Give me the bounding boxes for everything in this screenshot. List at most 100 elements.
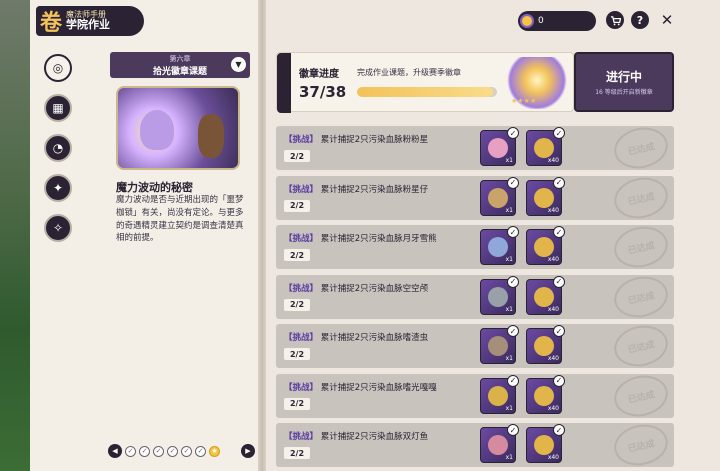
reward-item-coin[interactable]: ✓ x40 [526,424,565,463]
task-row[interactable]: 【挑战】 累计捕捉2只污染血脉月牙雪熊 2/2 ✓ x1 ✓ x40 已达成 [276,221,674,273]
reward-quantity: x1 [505,305,513,313]
task-description: 【挑战】 累计捕捉2只污染血脉嗜光嘎嘎 [284,381,437,393]
page-dot-current[interactable]: ★ [209,445,220,457]
reward-quantity: x40 [547,256,559,263]
reward-item-coin[interactable]: ✓ x40 [526,176,565,216]
target-icon: ◎ [52,61,64,75]
nav-tab-cards[interactable]: ▦ [44,94,72,122]
task-progress: 2/2 [284,397,310,410]
task-tag: 【挑战】 [284,234,319,244]
page-dot[interactable]: ✓ [153,445,164,457]
help-button[interactable]: ? [631,11,649,29]
chapter-pager: ◀ ✓ ✓ ✓ ✓ ✓ ✓ ★ ▶ [108,444,255,458]
reward-item-coin[interactable]: ✓ x40 [526,127,565,166]
reward-quantity: x1 [505,454,513,461]
next-page-button[interactable]: ▶ [241,444,255,458]
badge-stars: ★★★★ [511,97,537,105]
reward-quantity: x1 [505,157,513,164]
reward-item-coin[interactable]: ✓ x40 [526,275,565,315]
task-description: 【挑战】 累计捕捉2只污染血脉粉星仔 [284,183,428,195]
chapter-number: 第六章 [169,55,191,63]
nav-tab-pet[interactable]: ✦ [44,174,72,202]
claimed-check-icon: ✓ [507,176,519,189]
task-progress: 2/2 [284,348,310,360]
task-row[interactable]: 【挑战】 累计捕捉2只污染血脉双灯鱼 2/2 ✓ x1 ✓ x40 已达成 [276,419,674,471]
cart-icon [610,15,621,25]
creature-reward-icon [488,286,508,307]
reward-quantity: x40 [547,206,559,214]
progress-count: 37/38 [299,83,347,101]
map-icon: ◔ [52,141,64,155]
chapter-name: 拾光徽章课题 [152,67,207,77]
chapter-selector[interactable]: 第六章 拾光徽章课题 ▼ [110,52,250,78]
task-tag: 【挑战】 [284,432,319,442]
handbook-logo-icon: 卷 [39,10,62,36]
coin-reward-icon [534,385,554,406]
handbook-header: 卷 魔法师手册 学院作业 [36,6,144,36]
page-dot[interactable]: ✓ [181,445,192,457]
claimed-check-icon: ✓ [553,424,565,436]
prev-page-button[interactable]: ◀ [108,444,122,458]
reward-quantity: x40 [547,305,559,313]
reward-item-creature[interactable]: ✓ x1 [480,176,519,216]
reward-item-coin[interactable]: ✓ x40 [526,226,565,265]
task-row[interactable]: 【挑战】 累计捕捉2只污染血脉粉粉星 2/2 ✓ x1 ✓ x40 已达成 [276,122,674,174]
task-tag: 【挑战】 [284,184,319,195]
chevron-down-icon[interactable]: ▼ [231,57,246,72]
reward-quantity: x40 [547,454,559,461]
close-button[interactable]: ✕ [658,11,676,29]
status-sublabel: 16 等级后开启新徽章 [595,89,653,96]
reward-item-coin[interactable]: ✓ x40 [526,325,565,364]
task-row[interactable]: 【挑战】 累计捕捉2只污染血脉粉星仔 2/2 ✓ x1 ✓ x40 已达成 [276,172,674,223]
badge-icon: ✧ [52,221,64,235]
reward-item-creature[interactable]: ✓ x1 [480,127,519,166]
shop-button[interactable] [606,11,624,29]
task-text: 累计捕捉2只污染血脉双灯鱼 [320,432,429,442]
task-row[interactable]: 【挑战】 累计捕捉2只污染血脉空空颅 2/2 ✓ x1 ✓ x40 已达成 [276,271,674,322]
progress-label: 徽章进度 [299,69,339,80]
creature-reward-icon [488,138,508,158]
reward-item-creature[interactable]: ✓ x1 [480,424,519,463]
task-row[interactable]: 【挑战】 累计捕捉2只污染血脉嗜渣虫 2/2 ✓ x1 ✓ x40 已达成 [276,320,674,372]
task-tag: 【挑战】 [284,135,319,145]
reward-item-creature[interactable]: ✓ x1 [480,275,519,315]
task-text: 累计捕捉2只污染血脉月牙雪熊 [320,234,437,244]
task-progress: 2/2 [284,150,310,162]
status-label: 进行中 [605,70,642,84]
pet-icon: ✦ [52,181,64,195]
task-progress: 2/2 [284,447,310,459]
progress-status-button[interactable]: 进行中 16 等级后开启新徽章 [574,52,674,112]
claimed-check-icon: ✓ [507,424,519,436]
nav-tab-map[interactable]: ◔ [44,134,72,162]
coin-reward-icon [534,286,554,307]
page-dot[interactable]: ✓ [195,445,206,457]
reward-item-creature[interactable]: ✓ x1 [480,325,519,364]
progress-bar [357,87,497,97]
nav-tab-badge[interactable]: ✧ [44,214,72,242]
page-dot[interactable]: ✓ [139,445,150,457]
task-row[interactable]: 【挑战】 累计捕捉2只污染血脉嗜光嘎嘎 2/2 ✓ x1 ✓ x40 已达成 [276,370,674,421]
reward-quantity: x1 [505,206,513,214]
claimed-check-icon: ✓ [507,325,519,337]
reward-quantity: x40 [547,404,559,412]
nav-tab-target[interactable]: ◎ [44,54,72,82]
claimed-check-icon: ✓ [507,275,519,288]
reward-quantity: x1 [505,256,513,263]
coin-reward-icon [534,138,554,158]
reward-item-creature[interactable]: ✓ x1 [480,374,519,414]
chapter-title: 魔力波动的秘密 [116,181,193,194]
task-progress: 2/2 [284,249,310,261]
claimed-check-icon: ✓ [507,226,519,238]
creature-reward-icon [488,187,508,208]
task-description: 【挑战】 累计捕捉2只污染血脉嗜渣虫 [284,331,428,343]
reward-item-creature[interactable]: ✓ x1 [480,226,519,265]
chapter-description: 魔力波动是否与近期出现的「噩梦枷锁」有关，尚没有定论。与更多的奇遇精灵建立契约是… [116,195,244,244]
reward-item-coin[interactable]: ✓ x40 [526,374,565,414]
claimed-check-icon: ✓ [553,226,565,238]
page-dot[interactable]: ✓ [167,445,178,457]
coin-reward-icon [534,187,554,208]
page-dot[interactable]: ✓ [125,445,136,457]
task-description: 【挑战】 累计捕捉2只污染血脉双灯鱼 [284,430,428,442]
claimed-check-icon: ✓ [553,275,565,288]
task-text: 累计捕捉2只污染血脉嗜渣虫 [320,333,429,343]
